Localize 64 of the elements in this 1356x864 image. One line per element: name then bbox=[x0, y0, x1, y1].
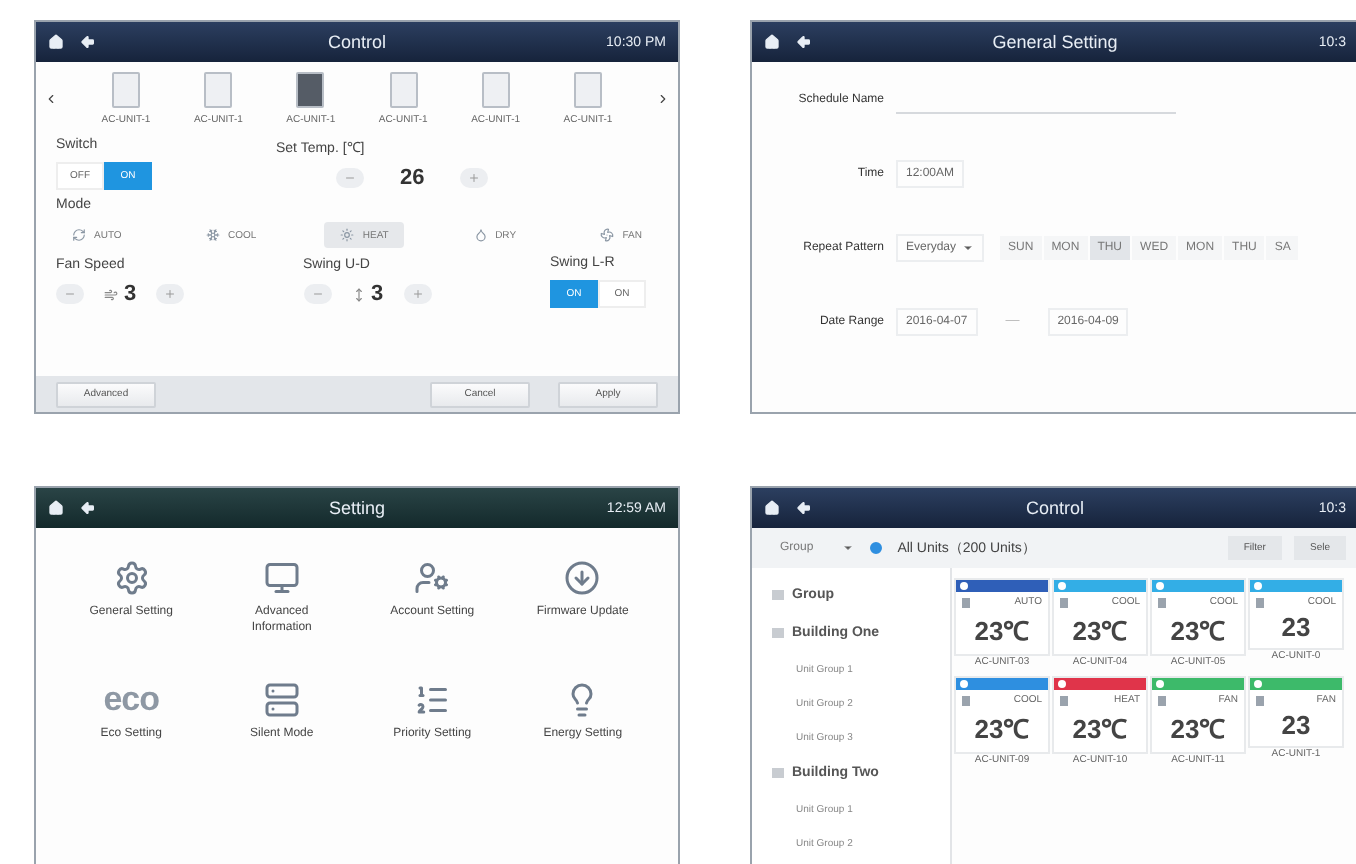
all-units-radio[interactable] bbox=[869, 542, 882, 554]
home-icon[interactable] bbox=[48, 500, 64, 516]
card-temperature: 23℃ bbox=[974, 614, 1030, 648]
unit-icon bbox=[1158, 695, 1166, 705]
fan-speed-value: 3 bbox=[124, 282, 137, 306]
plus-icon bbox=[411, 288, 424, 300]
download-icon bbox=[564, 560, 601, 596]
plus-button[interactable] bbox=[156, 284, 185, 304]
home-icon[interactable] bbox=[764, 34, 780, 50]
air-conditioner-icon[interactable] bbox=[296, 71, 325, 107]
unit-icon bbox=[1060, 597, 1068, 607]
server-icon bbox=[263, 681, 300, 718]
window-title: General Setting bbox=[990, 32, 1120, 52]
priority-icon bbox=[414, 681, 451, 718]
back-icon[interactable] bbox=[796, 500, 812, 516]
card-temperature: 23℃ bbox=[1072, 712, 1128, 746]
minus-button[interactable] bbox=[56, 284, 84, 304]
dropdown-caret-icon bbox=[841, 542, 854, 554]
back-icon[interactable] bbox=[80, 34, 96, 50]
back-icon[interactable] bbox=[80, 500, 96, 516]
swing-ud-value: 3 bbox=[371, 282, 384, 306]
swing-icon bbox=[351, 287, 365, 301]
folder-icon bbox=[772, 590, 784, 600]
plus-button[interactable] bbox=[403, 284, 432, 304]
plus-button[interactable] bbox=[460, 168, 489, 188]
card-temperature: 23℃ bbox=[1170, 712, 1226, 746]
account-icon bbox=[414, 560, 451, 596]
cool-mode-icon bbox=[206, 228, 221, 242]
window-title: Setting bbox=[326, 498, 388, 518]
fan-speed-icon bbox=[104, 287, 118, 301]
folder-icon bbox=[772, 768, 784, 778]
heat-mode-icon bbox=[340, 228, 355, 242]
dropdown-caret-icon bbox=[962, 241, 975, 253]
window-title: Control bbox=[325, 32, 388, 52]
card-temperature: 23℃ bbox=[974, 712, 1030, 746]
folder-icon bbox=[772, 628, 784, 638]
card-temperature: 23 bbox=[1281, 612, 1311, 642]
dry-mode-icon bbox=[473, 228, 488, 242]
eco-logo: eco bbox=[103, 681, 160, 718]
unit-icon bbox=[962, 695, 970, 705]
minus-button[interactable] bbox=[303, 284, 331, 304]
unit-icon bbox=[1256, 597, 1264, 607]
monitor-icon bbox=[263, 560, 300, 596]
unit-icon bbox=[962, 597, 970, 607]
plus-icon bbox=[164, 288, 177, 300]
window-title: Control bbox=[1023, 498, 1086, 518]
card-temperature: 23℃ bbox=[1072, 614, 1128, 648]
minus-button[interactable] bbox=[336, 168, 364, 188]
fan-mode-icon bbox=[600, 228, 615, 242]
home-icon[interactable] bbox=[764, 500, 780, 516]
unit-icon bbox=[1060, 695, 1068, 705]
card-temperature: 23℃ bbox=[1170, 614, 1226, 648]
minus-icon bbox=[311, 288, 323, 300]
plus-icon bbox=[468, 172, 481, 184]
home-icon[interactable] bbox=[48, 34, 64, 50]
unit-icon bbox=[1158, 597, 1166, 607]
minus-icon bbox=[64, 288, 76, 300]
gear-icon bbox=[113, 560, 150, 596]
back-icon[interactable] bbox=[796, 34, 812, 50]
unit-icon bbox=[1256, 695, 1264, 705]
temperature-value: 26 bbox=[400, 166, 425, 190]
auto-mode-icon bbox=[72, 228, 86, 242]
minus-icon bbox=[344, 172, 356, 184]
card-temperature: 23 bbox=[1281, 710, 1311, 740]
